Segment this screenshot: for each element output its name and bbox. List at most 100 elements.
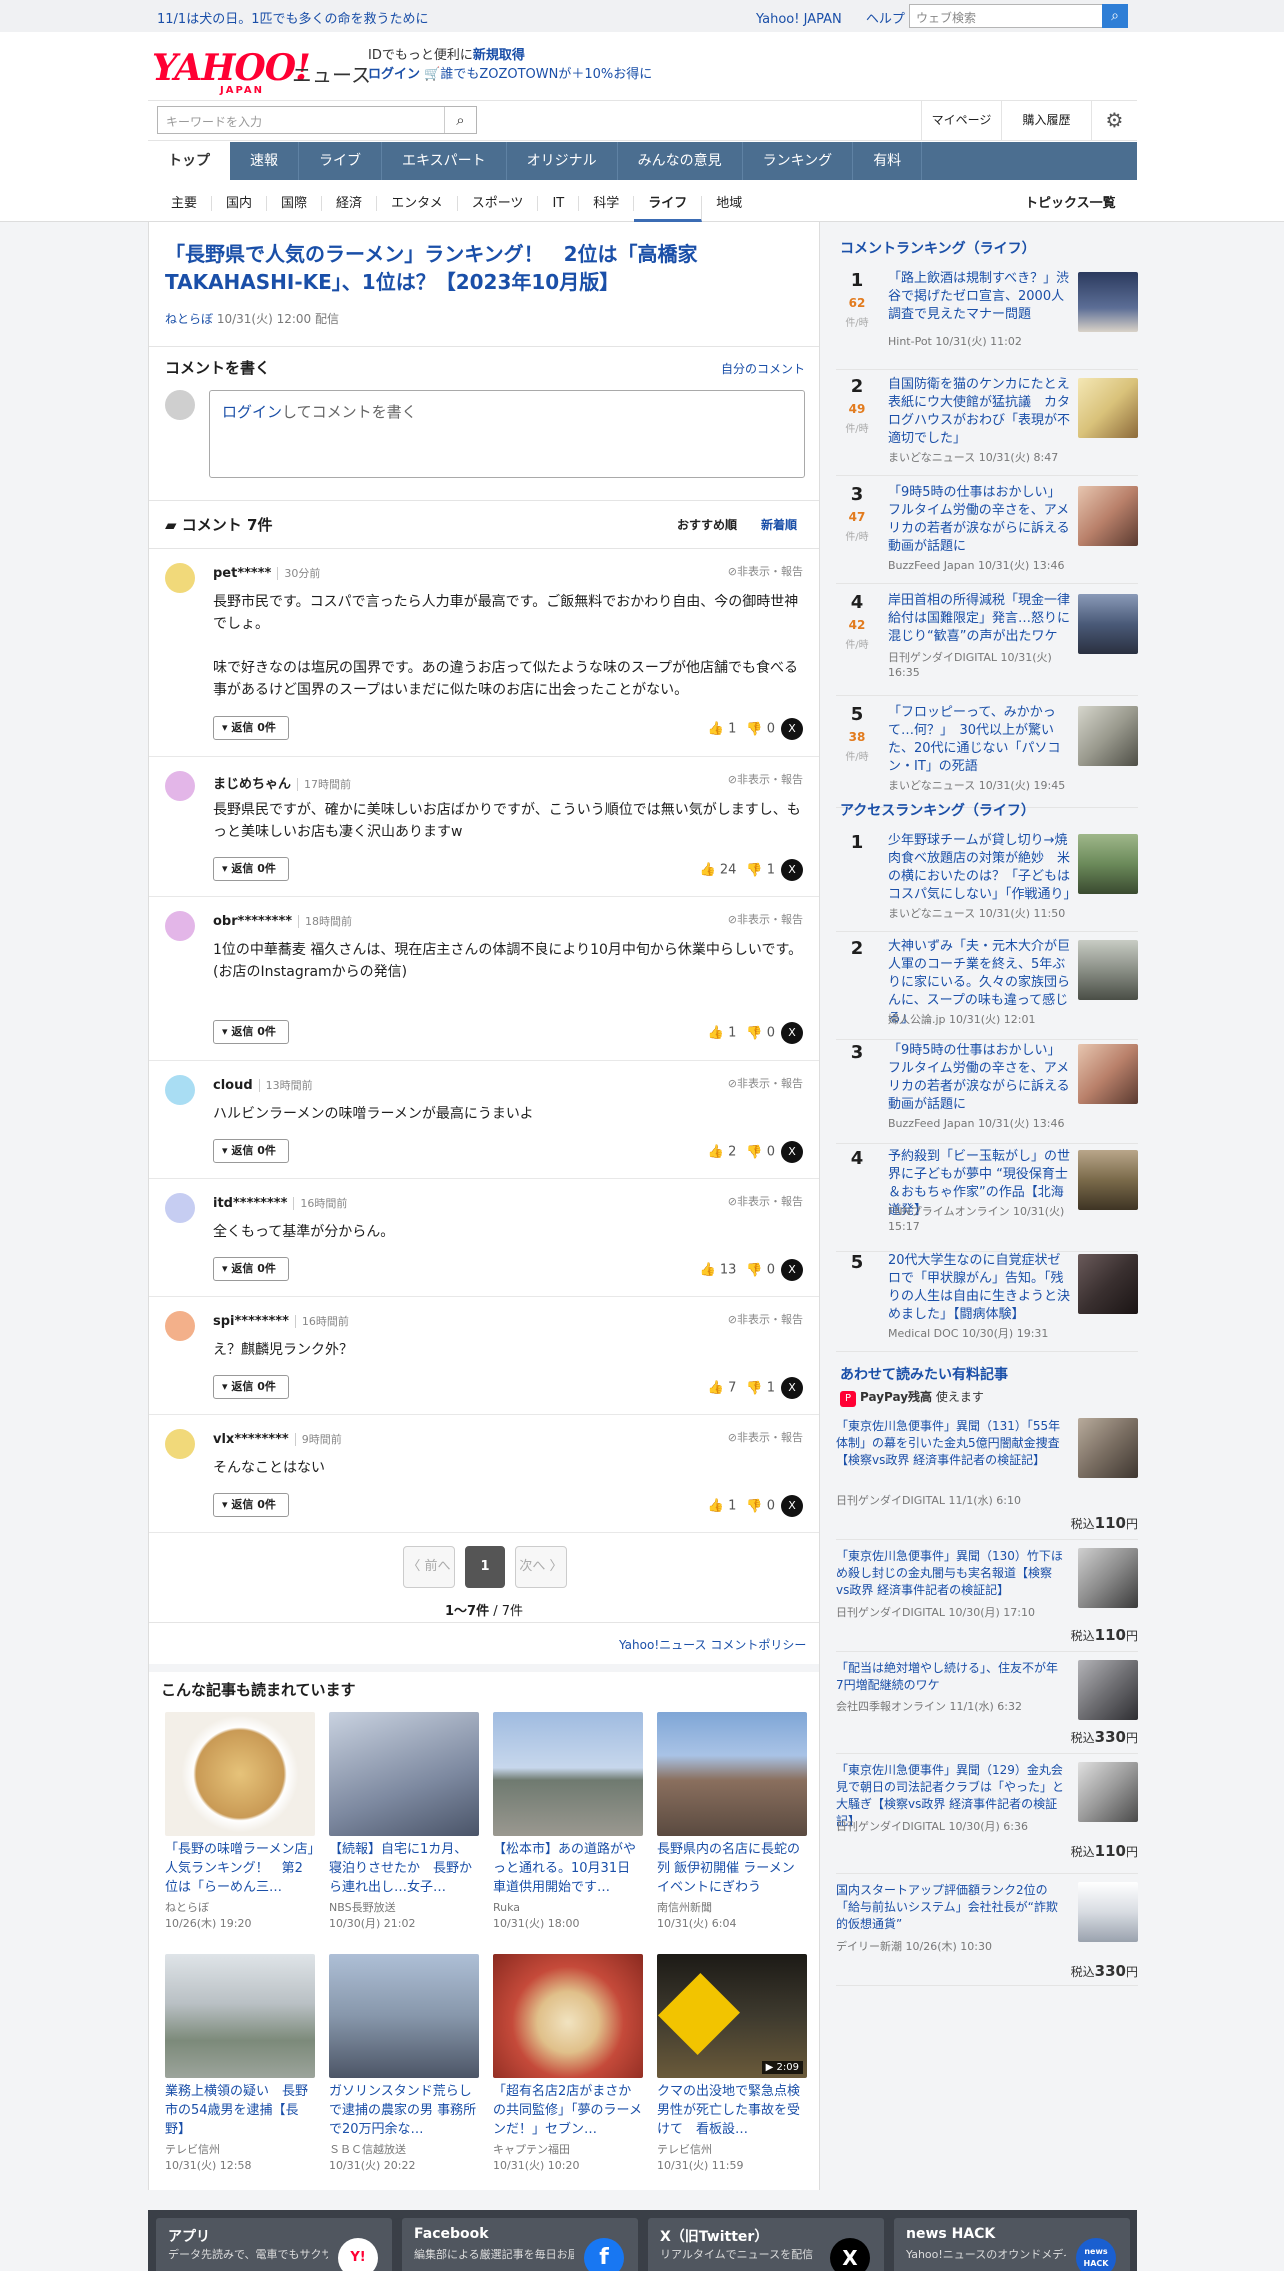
comment-input[interactable]: ログインしてコメントを書く (209, 390, 805, 478)
x-share-icon[interactable]: X (781, 718, 803, 740)
reply-button[interactable]: ▾ 返信 0件 (213, 716, 289, 740)
gear-icon[interactable]: ⚙ (1091, 100, 1137, 140)
thumbs-down-icon[interactable]: 👎 (746, 863, 762, 878)
comment-user[interactable]: cloud (213, 1078, 253, 1093)
ranking-item[interactable]: 3 「9時5時の仕事はおかしい」フルタイム労働の辛さを、アメリカの若者が涙ながら… (836, 1042, 1138, 1144)
ranking-item[interactable]: 3 47 件/時 「9時5時の仕事はおかしい」フルタイム労働の辛さを、アメリカの… (836, 484, 1138, 584)
reply-button[interactable]: ▾ 返信 0件 (213, 1257, 289, 1281)
comment-user[interactable]: obr******** (213, 914, 292, 929)
reply-button[interactable]: ▾ 返信 0件 (213, 1139, 289, 1163)
thumbs-up-icon[interactable]: 👍 (700, 863, 716, 878)
search-icon[interactable]: ⌕ (1102, 4, 1128, 28)
footer-x-link[interactable]: X（旧Twitter） リアルタイムでニュースを配信 X (648, 2218, 884, 2271)
footer-newshack-link[interactable]: news HACK Yahoo!ニュースのオウンドメディア news HACK (894, 2218, 1130, 2271)
comment-user[interactable]: まじめちゃん (213, 777, 291, 792)
paid-articles-title[interactable]: あわせて読みたい有料記事 (840, 1364, 1008, 1384)
thumbs-up-icon[interactable]: 👍 (708, 1499, 724, 1514)
tab-ranking[interactable]: ランキング (743, 142, 854, 180)
subnav-item-local[interactable]: 地域 (702, 196, 756, 211)
hide-report-link[interactable]: ⊘非表示・報告 (728, 1311, 803, 1327)
comment-user[interactable]: vlx******** (213, 1432, 289, 1447)
ranking-item[interactable]: 5 38 件/時 「フロッピーって、みかかって…何？」 30代以上が驚いた、20… (836, 704, 1138, 808)
comment-user[interactable]: pet***** (213, 566, 271, 581)
x-share-icon[interactable]: X (781, 1377, 803, 1399)
footer-facebook-link[interactable]: Facebook 編集部による厳選記事を毎日お届け f (402, 2218, 638, 2271)
thumbs-down-icon[interactable]: 👎 (746, 1026, 762, 1041)
x-share-icon[interactable]: X (781, 1495, 803, 1517)
subnav-item-domestic[interactable]: 国内 (212, 196, 268, 211)
subnav-item-world[interactable]: 国際 (267, 196, 323, 211)
thumbs-down-icon[interactable]: 👎 (746, 1145, 762, 1160)
related-article-card[interactable]: 業務上横領の疑い 長野市の54歳男を逮捕【長野】 テレビ信州 10/31(火) … (165, 1954, 315, 2174)
tab-expert[interactable]: エキスパート (382, 142, 507, 180)
thumbs-up-icon[interactable]: 👍 (708, 1145, 724, 1160)
thumbs-down-icon[interactable]: 👎 (746, 1263, 762, 1278)
reply-button[interactable]: ▾ 返信 0件 (213, 1020, 289, 1044)
tab-paid[interactable]: 有料 (853, 142, 923, 180)
related-article-card[interactable]: ガソリンスタンド荒らしで逮捕の農家の男 事務所で20万円余な… ＳＢＣ信越放送 … (329, 1954, 479, 2174)
page-1-button[interactable]: 1 (465, 1546, 505, 1588)
hide-report-link[interactable]: ⊘非表示・報告 (728, 1429, 803, 1445)
related-article-card[interactable]: 「長野の味噌ラーメン店」人気ランキング！ 第2位は「らーめん三… ねとらぼ 10… (165, 1712, 315, 1932)
login-link[interactable]: ログイン (368, 67, 420, 82)
zozotown-promo-link[interactable]: 誰でもZOZOTOWNが＋10%お得に (440, 67, 652, 82)
related-article-card[interactable]: 【続報】自宅に1カ月、寝泊りさせたか 長野から連れ出し…女子… NBS長野放送 … (329, 1712, 479, 1932)
thumbs-down-icon[interactable]: 👎 (746, 1381, 762, 1396)
sort-recommended-button[interactable]: おすすめ順 (677, 516, 737, 533)
hide-report-link[interactable]: ⊘非表示・報告 (728, 911, 803, 927)
article-source[interactable]: ねとらぼ (165, 312, 213, 326)
next-page-button[interactable]: 次へ 〉 (515, 1546, 567, 1588)
paid-article-item[interactable]: 「東京佐川急便事件」異聞（131）「55年体制」の幕を引いた金丸5億円闇献金捜査… (836, 1418, 1138, 1540)
ranking-item[interactable]: 1 少年野球チームが貸し切り→焼肉食べ放題店の対策が絶妙 米の横においたのは？「… (836, 832, 1138, 932)
yahoo-japan-link[interactable]: Yahoo! JAPAN (756, 12, 842, 27)
ranking-item[interactable]: 4 42 件/時 岸田首相の所得減税「現金一律給付は国難限定」発言…怒りに混じり… (836, 592, 1138, 696)
tab-top[interactable]: トップ (148, 142, 230, 180)
search-icon[interactable]: ⌕ (444, 107, 476, 133)
subnav-item-life[interactable]: ライフ (634, 196, 703, 222)
paid-article-item[interactable]: 「配当は絶対増やし続ける」、住友不が年7円増配継続のワケ 会社四季報オンライン … (836, 1660, 1138, 1754)
subnav-item-science[interactable]: 科学 (579, 196, 635, 211)
mypage-link[interactable]: マイページ (921, 100, 1001, 140)
hide-report-link[interactable]: ⊘非表示・報告 (728, 771, 803, 787)
paid-article-item[interactable]: 「東京佐川急便事件」異聞（130）竹下ほめ殺し封じの金丸闇与も実名報道【検察vs… (836, 1548, 1138, 1652)
comment-ranking-title[interactable]: コメントランキング（ライフ） (840, 238, 1036, 258)
x-share-icon[interactable]: X (781, 859, 803, 881)
web-search-input[interactable]: ウェブ検索 (909, 4, 1103, 28)
article-title[interactable]: 「長野県で人気のラーメン」ランキング！ 2位は「高橋家 TAKAHASHI-KE… (165, 240, 765, 296)
subnav-item-sports[interactable]: スポーツ (457, 196, 539, 211)
thumbs-down-icon[interactable]: 👎 (746, 1499, 762, 1514)
related-article-card[interactable]: 長野県内の名店に長蛇の列 飯伊初開催 ラーメンイベントにぎわう 南信州新聞 10… (657, 1712, 807, 1932)
paid-article-item[interactable]: 「東京佐川急便事件」異聞（129）金丸会見で朝日の司法記者クラブは「やった」と大… (836, 1762, 1138, 1874)
comment-login-link[interactable]: ログイン (222, 403, 282, 421)
reply-button[interactable]: ▾ 返信 0件 (213, 1493, 289, 1517)
my-comment-link[interactable]: 自分のコメント (721, 360, 805, 377)
hide-report-link[interactable]: ⊘非表示・報告 (728, 563, 803, 579)
ranking-item[interactable]: 1 62 件/時 「路上飲酒は規制すべき？」渋谷で掲げたゼロ宣言、2000人調査… (836, 270, 1138, 370)
comment-user[interactable]: spi******** (213, 1314, 289, 1329)
subnav-item-main[interactable]: 主要 (157, 196, 213, 211)
purchase-history-link[interactable]: 購入履歴 (1001, 100, 1091, 140)
thumbs-down-icon[interactable]: 👎 (746, 722, 762, 737)
reply-button[interactable]: ▾ 返信 0件 (213, 1375, 289, 1399)
thumbs-up-icon[interactable]: 👍 (708, 1026, 724, 1041)
thumbs-up-icon[interactable]: 👍 (708, 1381, 724, 1396)
thumbs-up-icon[interactable]: 👍 (708, 722, 724, 737)
ranking-item[interactable]: 2 大神いずみ「夫・元木大介が巨人軍のコーチ業を終え、5年ぶりに家にいる。久々の… (836, 938, 1138, 1040)
sort-new-button[interactable]: 新着順 (761, 516, 797, 533)
tab-breaking[interactable]: 速報 (230, 142, 299, 180)
help-link[interactable]: ヘルプ (866, 12, 905, 27)
reply-button[interactable]: ▾ 返信 0件 (213, 857, 289, 881)
subnav-item-entertainment[interactable]: エンタメ (377, 196, 458, 211)
related-article-card[interactable]: ▶ 2:09 クマの出没地で緊急点検 男性が死亡した事故を受けて 看板設… テレ… (657, 1954, 807, 2174)
ranking-item[interactable]: 2 49 件/時 自国防衛を猫のケンカにたとえ表紙にウ大使館が猛抗議 カタログハ… (836, 376, 1138, 476)
x-share-icon[interactable]: X (781, 1259, 803, 1281)
access-ranking-title[interactable]: アクセスランキング（ライフ） (840, 800, 1035, 820)
prev-page-button[interactable]: 〈 前へ (403, 1546, 455, 1588)
comment-policy-link[interactable]: Yahoo!ニュース コメントポリシー (619, 1636, 806, 1653)
footer-app-link[interactable]: アプリ データ先読みで、電車でもサクサク Y! (156, 2218, 392, 2271)
related-article-card[interactable]: 【松本市】あの道路がやっと通れる。10月31日車道供用開始です… Ruka 10… (493, 1712, 643, 1932)
paid-article-item[interactable]: 国内スタートアップ評価額ランク2位の「給与前払いシステム」会社社長が“詐欺的仮想… (836, 1882, 1138, 1986)
hide-report-link[interactable]: ⊘非表示・報告 (728, 1193, 803, 1209)
subnav-item-it[interactable]: IT (538, 196, 580, 211)
comment-user[interactable]: itd******** (213, 1196, 287, 1211)
